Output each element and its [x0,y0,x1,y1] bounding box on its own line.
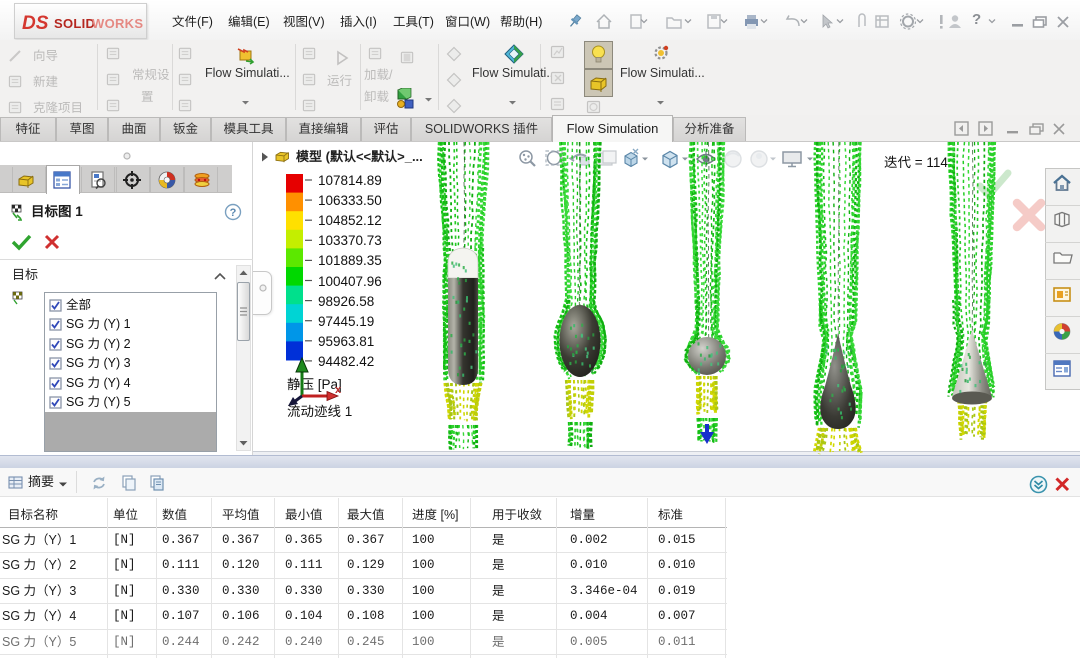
svg-text:SOLID: SOLID [54,16,95,31]
svg-text:DS: DS [22,13,49,34]
svg-text:WORKS: WORKS [92,16,143,31]
svg-text:?: ? [230,207,237,219]
